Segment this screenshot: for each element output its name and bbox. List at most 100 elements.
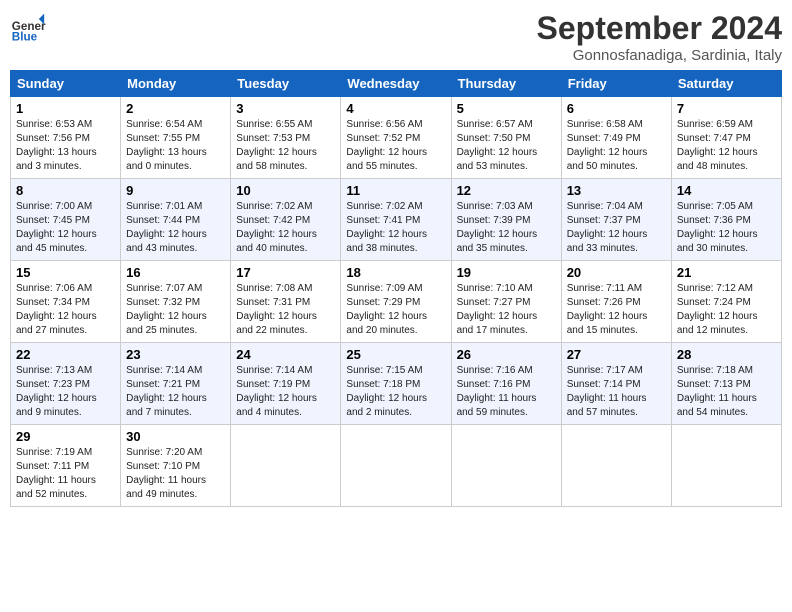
svg-text:Blue: Blue [12,31,38,44]
calendar-cell: 11 Sunrise: 7:02 AMSunset: 7:41 PMDayligh… [341,179,451,261]
month-title: September 2024 [537,10,782,47]
calendar-week-3: 22 Sunrise: 7:13 AMSunset: 7:23 PMDayligh… [11,343,782,425]
header: General Blue September 2024 Gonnosfanadi… [10,10,782,64]
day-header-tuesday: Tuesday [231,71,341,97]
location-title: Gonnosfanadiga, Sardinia, Italy [537,47,782,64]
day-detail: Sunrise: 7:09 AMSunset: 7:29 PMDaylight:… [346,282,445,338]
day-number: 19 [457,265,556,280]
day-number: 9 [126,183,225,198]
day-detail: Sunrise: 7:01 AMSunset: 7:44 PMDaylight:… [126,200,225,256]
day-number: 21 [677,265,776,280]
day-header-sunday: Sunday [11,71,121,97]
day-number: 15 [16,265,115,280]
calendar-week-2: 15Sunrise: 7:06 AMSunset: 7:34 PMDayligh… [11,261,782,343]
day-detail: Sunrise: 6:54 AMSunset: 7:55 PMDaylight:… [126,118,225,174]
calendar-week-4: 29 Sunrise: 7:19 AMSunset: 7:11 PMDayligh… [11,425,782,507]
day-detail: Sunrise: 7:15 AMSunset: 7:18 PMDaylight:… [346,364,445,420]
day-number: 2 [126,101,225,116]
day-detail: Sunrise: 7:07 AMSunset: 7:32 PMDaylight:… [126,282,225,338]
calendar-cell [231,425,341,507]
day-detail: Sunrise: 7:17 AMSunset: 7:14 PMDaylight:… [567,364,666,420]
calendar-cell: 13Sunrise: 7:04 AMSunset: 7:37 PMDayligh… [561,179,671,261]
calendar-cell: 12 Sunrise: 7:03 AMSunset: 7:39 PMDayligh… [451,179,561,261]
calendar-cell: 10 Sunrise: 7:02 AMSunset: 7:42 PMDayligh… [231,179,341,261]
day-number: 5 [457,101,556,116]
header-row: SundayMondayTuesdayWednesdayThursdayFrid… [11,71,782,97]
day-detail: Sunrise: 7:19 AMSunset: 7:11 PMDaylight:… [16,446,115,502]
day-header-saturday: Saturday [671,71,781,97]
calendar-cell: 20Sunrise: 7:11 AMSunset: 7:26 PMDayligh… [561,261,671,343]
day-number: 13 [567,183,666,198]
day-number: 30 [126,429,225,444]
day-detail: Sunrise: 7:18 AMSunset: 7:13 PMDaylight:… [677,364,776,420]
calendar-cell [341,425,451,507]
day-detail: Sunrise: 7:02 AMSunset: 7:42 PMDaylight:… [236,200,335,256]
day-detail: Sunrise: 7:05 AMSunset: 7:36 PMDaylight:… [677,200,776,256]
calendar-cell: 15Sunrise: 7:06 AMSunset: 7:34 PMDayligh… [11,261,121,343]
calendar-cell: 18 Sunrise: 7:09 AMSunset: 7:29 PMDayligh… [341,261,451,343]
day-number: 28 [677,347,776,362]
day-detail: Sunrise: 7:14 AMSunset: 7:21 PMDaylight:… [126,364,225,420]
calendar-cell: 14Sunrise: 7:05 AMSunset: 7:36 PMDayligh… [671,179,781,261]
calendar-cell [671,425,781,507]
calendar-cell: 9 Sunrise: 7:01 AMSunset: 7:44 PMDaylight… [121,179,231,261]
calendar-cell: 3 Sunrise: 6:55 AMSunset: 7:53 PMDaylight… [231,97,341,179]
day-header-monday: Monday [121,71,231,97]
calendar-cell: 7Sunrise: 6:59 AMSunset: 7:47 PMDaylight… [671,97,781,179]
day-number: 16 [126,265,225,280]
day-detail: Sunrise: 7:10 AMSunset: 7:27 PMDaylight:… [457,282,556,338]
calendar-cell: 22 Sunrise: 7:13 AMSunset: 7:23 PMDayligh… [11,343,121,425]
logo-icon: General Blue [10,10,46,46]
day-number: 25 [346,347,445,362]
day-number: 27 [567,347,666,362]
day-detail: Sunrise: 7:03 AMSunset: 7:39 PMDaylight:… [457,200,556,256]
day-number: 18 [346,265,445,280]
day-number: 6 [567,101,666,116]
day-detail: Sunrise: 7:08 AMSunset: 7:31 PMDaylight:… [236,282,335,338]
calendar-cell: 5 Sunrise: 6:57 AMSunset: 7:50 PMDaylight… [451,97,561,179]
day-detail: Sunrise: 7:02 AMSunset: 7:41 PMDaylight:… [346,200,445,256]
day-detail: Sunrise: 6:59 AMSunset: 7:47 PMDaylight:… [677,118,776,174]
day-detail: Sunrise: 6:53 AMSunset: 7:56 PMDaylight:… [16,118,115,174]
day-number: 20 [567,265,666,280]
calendar-cell: 21 Sunrise: 7:12 AMSunset: 7:24 PMDayligh… [671,261,781,343]
day-header-wednesday: Wednesday [341,71,451,97]
calendar-cell [561,425,671,507]
day-number: 8 [16,183,115,198]
day-header-friday: Friday [561,71,671,97]
calendar-cell: 17 Sunrise: 7:08 AMSunset: 7:31 PMDayligh… [231,261,341,343]
calendar-cell: 23Sunrise: 7:14 AMSunset: 7:21 PMDayligh… [121,343,231,425]
calendar-cell: 4Sunrise: 6:56 AMSunset: 7:52 PMDaylight… [341,97,451,179]
day-number: 22 [16,347,115,362]
day-number: 4 [346,101,445,116]
calendar-cell [451,425,561,507]
day-number: 11 [346,183,445,198]
calendar-cell: 28 Sunrise: 7:18 AMSunset: 7:13 PMDayligh… [671,343,781,425]
day-number: 17 [236,265,335,280]
day-number: 26 [457,347,556,362]
calendar-cell: 24Sunrise: 7:14 AMSunset: 7:19 PMDayligh… [231,343,341,425]
logo: General Blue [10,10,50,46]
day-detail: Sunrise: 6:58 AMSunset: 7:49 PMDaylight:… [567,118,666,174]
day-detail: Sunrise: 7:12 AMSunset: 7:24 PMDaylight:… [677,282,776,338]
day-detail: Sunrise: 7:00 AMSunset: 7:45 PMDaylight:… [16,200,115,256]
day-detail: Sunrise: 7:16 AMSunset: 7:16 PMDaylight:… [457,364,556,420]
day-number: 12 [457,183,556,198]
calendar-cell: 6 Sunrise: 6:58 AMSunset: 7:49 PMDaylight… [561,97,671,179]
day-detail: Sunrise: 7:13 AMSunset: 7:23 PMDaylight:… [16,364,115,420]
calendar-cell: 16 Sunrise: 7:07 AMSunset: 7:32 PMDayligh… [121,261,231,343]
day-detail: Sunrise: 6:55 AMSunset: 7:53 PMDaylight:… [236,118,335,174]
calendar-cell: 1 Sunrise: 6:53 AMSunset: 7:56 PMDaylight… [11,97,121,179]
title-area: September 2024 Gonnosfanadiga, Sardinia,… [537,10,782,64]
day-detail: Sunrise: 6:57 AMSunset: 7:50 PMDaylight:… [457,118,556,174]
calendar-cell: 25 Sunrise: 7:15 AMSunset: 7:18 PMDayligh… [341,343,451,425]
calendar-cell: 19 Sunrise: 7:10 AMSunset: 7:27 PMDayligh… [451,261,561,343]
day-number: 29 [16,429,115,444]
day-number: 10 [236,183,335,198]
day-number: 1 [16,101,115,116]
day-detail: Sunrise: 7:20 AMSunset: 7:10 PMDaylight:… [126,446,225,502]
calendar-cell: 8 Sunrise: 7:00 AMSunset: 7:45 PMDaylight… [11,179,121,261]
day-number: 3 [236,101,335,116]
calendar-cell: 2 Sunrise: 6:54 AMSunset: 7:55 PMDaylight… [121,97,231,179]
calendar-table: SundayMondayTuesdayWednesdayThursdayFrid… [10,70,782,507]
